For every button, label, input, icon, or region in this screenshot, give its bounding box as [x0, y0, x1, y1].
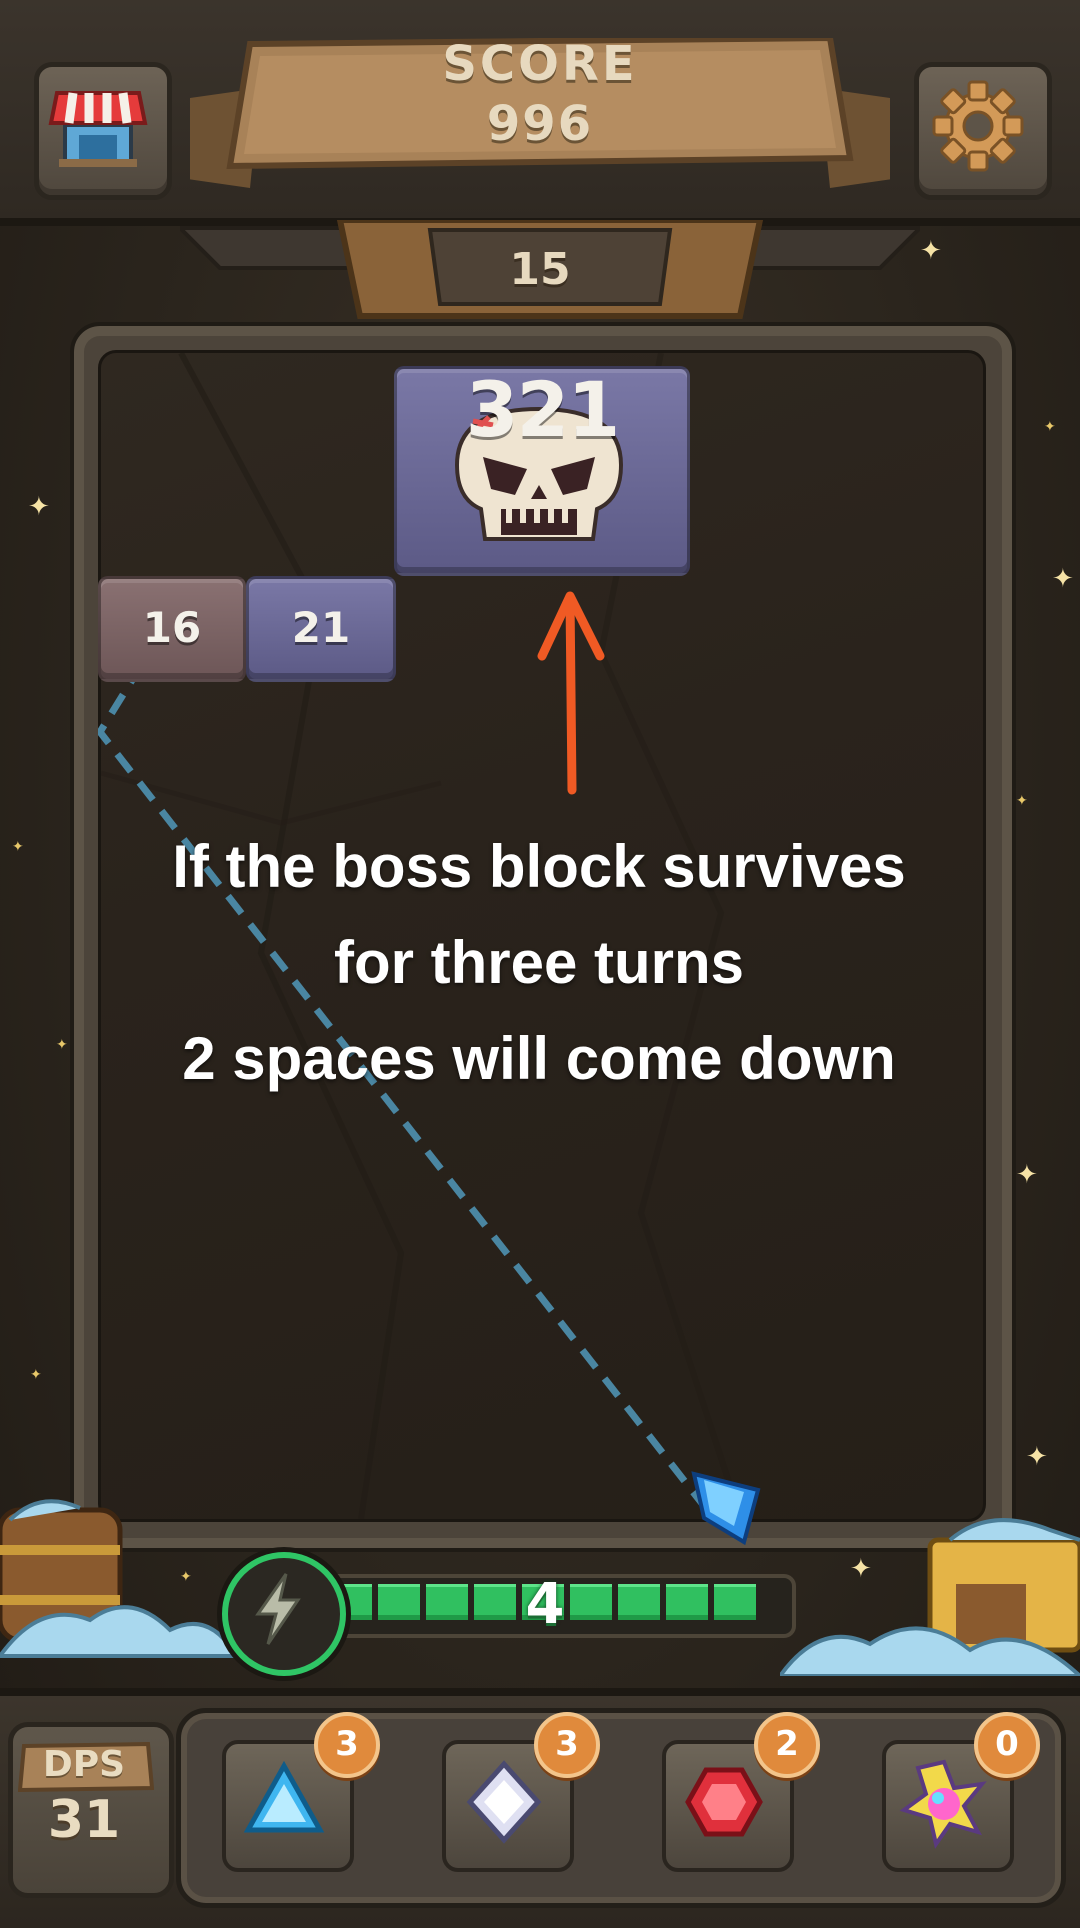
- brick-block-value: 21: [291, 603, 351, 652]
- lightning-bolt-icon: [255, 1573, 301, 1645]
- gem-count-badge: 3: [534, 1712, 600, 1778]
- energy-segment: [618, 1584, 660, 1620]
- dps-label: DPS: [42, 1744, 126, 1785]
- sparkle-icon: ✦: [30, 1367, 42, 1383]
- tutorial-text-line: 2 spaces will come down: [182, 1025, 896, 1092]
- energy-value: 4: [525, 1572, 565, 1637]
- boss-block: 321: [394, 365, 690, 576]
- gem-count-badge: 3: [314, 1712, 380, 1778]
- sparkle-icon: ✦: [1016, 793, 1028, 809]
- settings-button[interactable]: [914, 62, 1052, 200]
- treasure-chest-icon: [780, 1518, 1080, 1676]
- gear-icon: [932, 80, 1024, 172]
- sparkle-icon: ✦: [28, 492, 50, 522]
- dps-value: 31: [47, 1790, 121, 1850]
- sparkle-icon: ✦: [1016, 1160, 1038, 1190]
- gem-count-badge: 0: [974, 1712, 1040, 1778]
- energy-segment: [426, 1584, 468, 1620]
- sparkle-icon: ✦: [1052, 564, 1074, 594]
- tutorial-text-line: for three turns: [333, 929, 745, 996]
- energy-segment: [378, 1584, 420, 1620]
- energy-button[interactable]: [222, 1552, 346, 1676]
- boss-block-value: 321: [465, 365, 621, 454]
- score-label: SCORE: [442, 36, 638, 92]
- energy-segment: [666, 1584, 708, 1620]
- energy-segment: [714, 1584, 756, 1620]
- sparkle-icon: ✦: [12, 839, 24, 855]
- sparkle-icon: ✦: [1026, 1442, 1048, 1472]
- turn-counter: 15: [509, 244, 571, 295]
- brick-block-value: 16: [142, 603, 202, 652]
- blue-crystal-icon[interactable]: [688, 1462, 768, 1546]
- treasure-barrel-icon: [0, 1499, 240, 1658]
- shop-stall-icon: [48, 91, 148, 167]
- score-value: 996: [486, 96, 594, 152]
- shop-button[interactable]: [34, 62, 172, 200]
- brick-block: 21: [246, 576, 396, 682]
- aim-trajectory-line: [98, 662, 707, 1509]
- sparkle-icon: ✦: [920, 236, 942, 266]
- sparkle-icon: ✦: [1044, 419, 1056, 435]
- brick-block: 16: [98, 576, 246, 682]
- tutorial-arrow-icon: [537, 591, 605, 795]
- sparkle-icon: ✦: [56, 1037, 68, 1053]
- tutorial-text-line: If the boss block survives: [172, 833, 906, 900]
- gem-count-badge: 2: [754, 1712, 820, 1778]
